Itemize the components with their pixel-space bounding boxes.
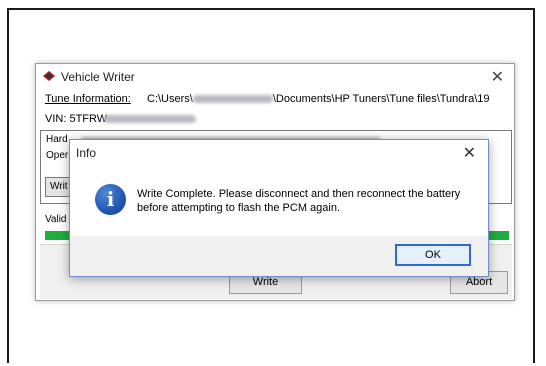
hardware-label: Hard — [46, 134, 68, 145]
dialog-close-icon[interactable]: ✕ — [463, 143, 476, 163]
dialog-footer: OK — [70, 236, 488, 276]
dialog-message: Write Complete. Please disconnect and th… — [137, 188, 461, 214]
operation-label: Oper — [46, 150, 69, 161]
tune-information-label: Tune Information: — [45, 93, 131, 105]
app-logo-icon — [43, 71, 55, 81]
validation-label: Valid — [45, 214, 67, 225]
close-icon[interactable]: ✕ — [491, 67, 504, 87]
tune-path-start: C:\Users\ — [147, 93, 193, 105]
tune-file-path: C:\Users\ \Documents\HP Tuners\Tune files… — [147, 93, 490, 105]
vehicle-writer-titlebar: Vehicle Writer ✕ — [36, 64, 514, 89]
tune-path-end: \Documents\HP Tuners\Tune files\Tundra\1… — [272, 93, 490, 105]
window-title: Vehicle Writer — [61, 70, 135, 84]
vin-label: VIN: 5TFRW — [45, 113, 108, 125]
redacted-vin — [104, 115, 196, 123]
information-icon: i — [95, 184, 126, 215]
ok-button[interactable]: OK — [395, 244, 471, 266]
dialog-title: Info — [76, 146, 97, 160]
info-dialog: Info ✕ i Write Complete. Please disconne… — [69, 139, 489, 277]
redacted-username — [192, 95, 273, 104]
